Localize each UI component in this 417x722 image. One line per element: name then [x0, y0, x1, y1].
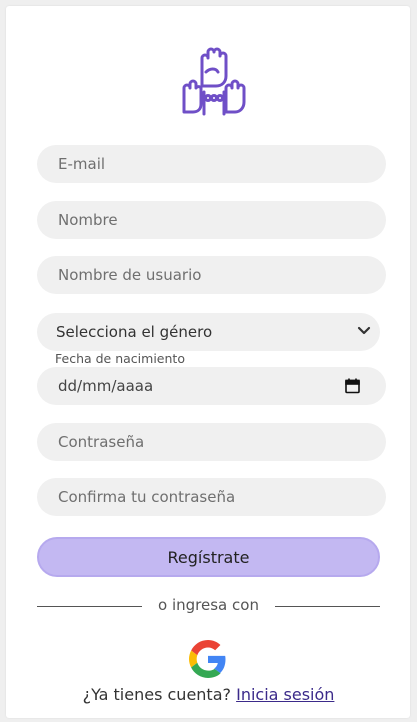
name-placeholder: Nombre [58, 211, 118, 229]
username-field[interactable]: Nombre de usuario [37, 256, 386, 294]
confirm-password-placeholder: Confirma tu contraseña [58, 488, 236, 506]
gender-select[interactable]: Selecciona el género [37, 313, 380, 351]
divider-left [37, 606, 142, 607]
name-field[interactable]: Nombre [37, 201, 386, 239]
register-button[interactable]: Regístrate [37, 537, 380, 577]
username-placeholder: Nombre de usuario [58, 266, 202, 284]
raised-fists-logo-icon [182, 47, 246, 116]
divider-right [275, 606, 380, 607]
birthdate-placeholder: dd/mm/aaaa [58, 377, 154, 395]
login-prompt: ¿Ya tienes cuenta? Inicia sesión [0, 685, 417, 704]
alt-login-divider-text: o ingresa con [158, 596, 259, 614]
login-link[interactable]: Inicia sesión [236, 685, 334, 704]
gender-selected-value: Selecciona el género [56, 323, 213, 341]
google-logo-icon[interactable] [189, 640, 227, 678]
birthdate-field[interactable]: dd/mm/aaaa [37, 367, 386, 405]
calendar-icon[interactable] [345, 378, 360, 394]
confirm-password-field[interactable]: Confirma tu contraseña [37, 478, 386, 516]
email-field[interactable]: E-mail [37, 145, 386, 183]
chevron-down-icon [357, 326, 371, 335]
email-placeholder: E-mail [58, 155, 106, 173]
password-field[interactable]: Contraseña [37, 423, 386, 461]
birthdate-label: Fecha de nacimiento [55, 351, 185, 366]
password-placeholder: Contraseña [58, 433, 145, 451]
login-prompt-question: ¿Ya tienes cuenta? [82, 685, 231, 704]
